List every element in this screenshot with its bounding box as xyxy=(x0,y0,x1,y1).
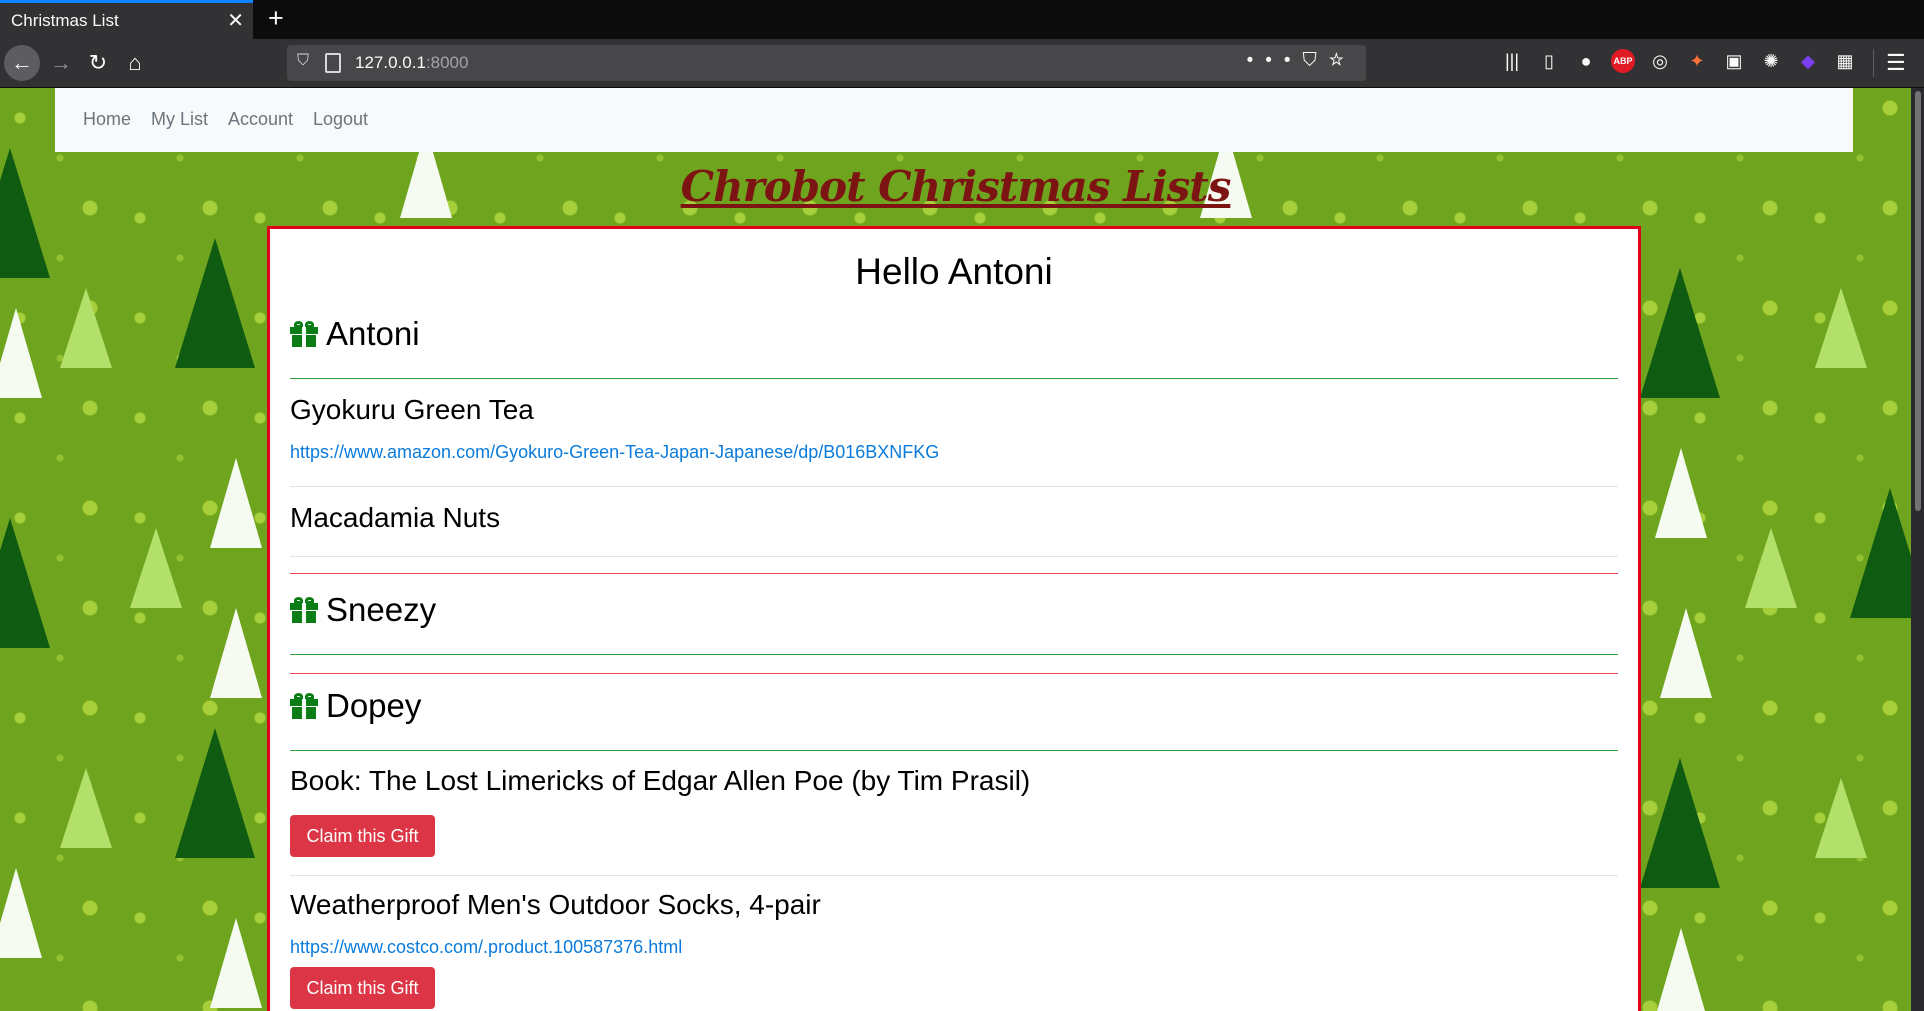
back-arrow-icon[interactable]: ← xyxy=(4,45,40,81)
tree-decoration xyxy=(1815,778,1867,858)
gift-icon xyxy=(290,321,318,347)
person-heading-dopey: Dopey xyxy=(290,687,421,725)
person-name: Antoni xyxy=(326,315,420,352)
gift-icon xyxy=(290,597,318,623)
sidebar-icon[interactable]: ▯ xyxy=(1537,49,1561,73)
claim-gift-button[interactable]: Claim this Gift xyxy=(290,967,435,1009)
tree-decoration xyxy=(0,868,42,958)
nav-link-logout[interactable]: Logout xyxy=(313,109,368,130)
person-divider xyxy=(290,673,1618,674)
divider xyxy=(290,750,1618,751)
tab-title: Christmas List xyxy=(11,11,119,30)
tree-decoration xyxy=(1745,528,1797,608)
person-heading-antoni: Antoni xyxy=(290,315,420,353)
browser-toolbar: ← → ↻ ⌂ ⛉ 127.0.0.1:8000 •••⛉☆ ||| ▯ ● A… xyxy=(0,39,1924,88)
adblock-plus-icon[interactable]: ABP xyxy=(1611,49,1635,73)
firefox-relay-icon[interactable]: ✦ xyxy=(1685,49,1709,73)
gift-item-title: Book: The Lost Limericks of Edgar Allen … xyxy=(290,765,1031,796)
tree-decoration xyxy=(1815,288,1867,368)
tree-decoration xyxy=(0,308,42,398)
extensions-grid-icon[interactable]: ▦ xyxy=(1833,49,1857,73)
divider xyxy=(290,875,1618,876)
claim-gift-button[interactable]: Claim this Gift xyxy=(290,815,435,857)
tree-decoration xyxy=(60,288,112,368)
person-heading-sneezy: Sneezy xyxy=(290,591,436,629)
browser-tab-strip: Christmas List ✕ + xyxy=(0,0,1924,39)
url-host: 127.0.0.1 xyxy=(355,53,426,72)
nav-link-my-list[interactable]: My List xyxy=(151,109,208,130)
site-navbar: Home My List Account Logout xyxy=(55,88,1853,152)
address-bar[interactable]: ⛉ 127.0.0.1:8000 •••⛉☆ xyxy=(287,45,1366,81)
gift-item-title: Macadamia Nuts xyxy=(290,502,501,533)
gift-icon xyxy=(290,693,318,719)
page-scrollbar[interactable] xyxy=(1911,88,1924,1011)
tree-decoration xyxy=(130,528,182,608)
person-divider xyxy=(290,573,1618,574)
hamburger-menu-icon[interactable]: ☰ xyxy=(1886,50,1906,76)
person-name: Sneezy xyxy=(326,591,437,628)
tree-decoration xyxy=(175,238,255,368)
account-icon[interactable]: ● xyxy=(1574,49,1598,73)
site-title[interactable]: Chrobot Christmas Lists xyxy=(0,162,1911,211)
privacy-badger-icon[interactable]: ◎ xyxy=(1648,49,1672,73)
nav-link-home[interactable]: Home xyxy=(83,109,131,130)
divider xyxy=(290,378,1618,379)
gift-item-title: Weatherproof Men's Outdoor Socks, 4-pair xyxy=(290,889,821,920)
close-tab-icon[interactable]: ✕ xyxy=(227,8,244,33)
page-viewport: Home My List Account Logout Chrobot Chri… xyxy=(0,88,1911,1011)
cookie-icon[interactable]: ✺ xyxy=(1759,49,1783,73)
person-name: Dopey xyxy=(326,687,422,724)
tree-decoration xyxy=(175,728,255,858)
greeting: Hello Antoni xyxy=(855,251,1053,292)
page-info-icon[interactable] xyxy=(325,53,341,73)
tree-decoration xyxy=(1640,268,1720,398)
tree-decoration xyxy=(1640,758,1720,888)
divider xyxy=(290,486,1618,487)
divider xyxy=(290,556,1618,557)
extension-diamond-icon[interactable]: ◆ xyxy=(1796,49,1820,73)
tree-decoration xyxy=(1850,488,1911,618)
toolbar-divider xyxy=(1873,49,1874,77)
tree-decoration xyxy=(60,768,112,848)
library-icon[interactable]: ||| xyxy=(1500,49,1524,73)
new-tab-icon[interactable]: + xyxy=(268,3,284,34)
tree-decoration xyxy=(1655,448,1707,538)
nav-link-account[interactable]: Account xyxy=(228,109,293,130)
tree-decoration xyxy=(0,518,50,648)
tracking-shield-icon[interactable]: ⛉ xyxy=(297,52,317,74)
url-port: :8000 xyxy=(425,53,469,72)
tree-decoration xyxy=(210,458,262,548)
tree-decoration xyxy=(210,918,262,1008)
forward-arrow-icon[interactable]: → xyxy=(43,45,79,81)
home-icon[interactable]: ⌂ xyxy=(117,45,153,81)
url-text[interactable]: 127.0.0.1:8000 xyxy=(355,53,468,73)
tree-decoration xyxy=(1655,928,1707,1011)
tree-decoration xyxy=(1660,608,1712,698)
divider xyxy=(290,654,1618,655)
page-actions-icons[interactable]: •••⛉☆ xyxy=(1247,50,1356,72)
browser-tab[interactable]: Christmas List ✕ xyxy=(0,0,253,39)
reload-icon[interactable]: ↻ xyxy=(80,45,116,81)
christmas-list-card: Hello Antoni Antoni Gyokuru Green Tea ht… xyxy=(267,226,1641,1011)
gift-item-link[interactable]: https://www.amazon.com/Gyokuro-Green-Tea… xyxy=(290,442,939,463)
tree-decoration xyxy=(210,608,262,698)
extension-k-icon[interactable]: ▣ xyxy=(1722,49,1746,73)
gift-item-title: Gyokuru Green Tea xyxy=(290,394,534,425)
gift-item-link[interactable]: https://www.costco.com/.product.10058737… xyxy=(290,937,682,958)
scrollbar-thumb[interactable] xyxy=(1915,91,1921,511)
